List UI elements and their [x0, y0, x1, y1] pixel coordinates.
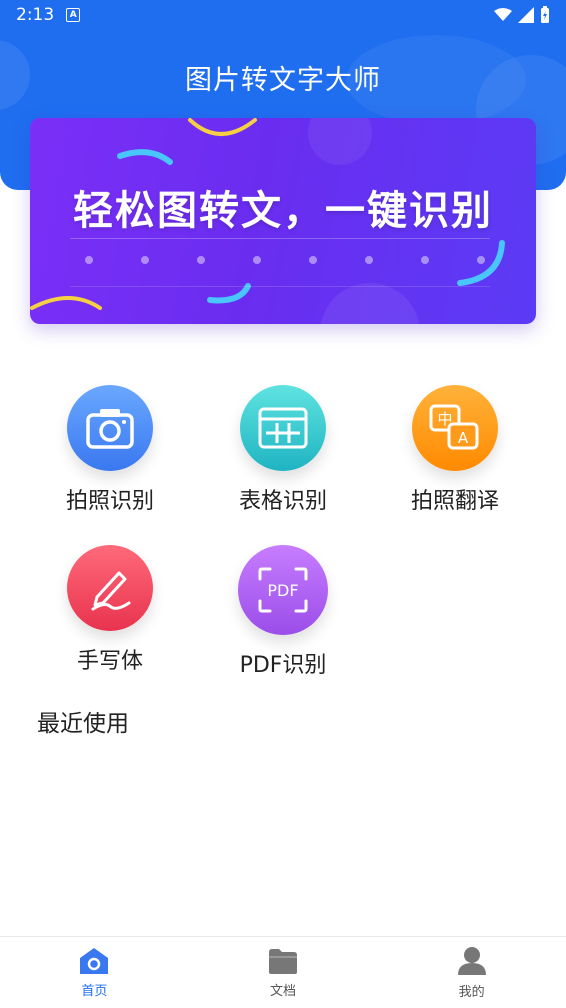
battery-icon: [541, 6, 549, 23]
tab-label: 文档: [270, 984, 297, 999]
feature-label: 手写体: [76, 649, 143, 674]
wifi-icon: [494, 8, 512, 21]
status-indicators: [494, 6, 550, 24]
notification-app-icon: A: [66, 8, 81, 22]
folder-icon: [269, 949, 297, 974]
translate-icon: 中A: [412, 385, 498, 471]
tab-documents[interactable]: 文档: [189, 937, 378, 1008]
svg-text:A: A: [458, 429, 469, 447]
recent-section-title: 最近使用: [37, 711, 129, 737]
feature-handwriting[interactable]: 手写体: [35, 545, 185, 675]
home-icon: [80, 948, 109, 974]
banner-slogan: 轻松图转文，一键识别: [73, 188, 493, 234]
status-bar: 2:13 A: [0, 0, 566, 30]
banner-divider: [70, 238, 490, 239]
tab-label: 首页: [81, 984, 108, 999]
tab-home[interactable]: 首页: [0, 937, 189, 1008]
promo-banner[interactable]: 轻松图转文，一键识别: [30, 118, 536, 324]
banner-dots: [85, 256, 485, 264]
user-icon: [457, 947, 486, 975]
pen-icon: [67, 545, 153, 631]
feature-table-recognition[interactable]: 表格识别: [208, 385, 358, 515]
signal-icon: [518, 7, 534, 23]
feature-label: 拍照识别: [65, 489, 154, 514]
tab-label: 我的: [458, 985, 485, 1000]
app-title: 图片转文字大师: [185, 65, 381, 96]
feature-pdf-recognition[interactable]: PDF PDF识别: [208, 545, 358, 679]
tab-mine[interactable]: 我的: [377, 937, 566, 1008]
feature-photo-recognition[interactable]: 拍照识别: [35, 385, 185, 515]
svg-text:PDF: PDF: [267, 581, 298, 600]
pdf-icon: PDF: [238, 545, 328, 635]
banner-divider: [70, 286, 490, 287]
feature-photo-translate[interactable]: 中A 拍照翻译: [380, 385, 530, 515]
bottom-tab-bar: 首页 文档 我的: [0, 936, 566, 1008]
feature-label: 表格识别: [238, 489, 327, 514]
table-icon: [240, 385, 326, 471]
camera-icon: [67, 385, 153, 471]
status-time: 2:13: [16, 5, 55, 25]
feature-label: PDF识别: [239, 653, 327, 678]
feature-label: 拍照翻译: [410, 489, 499, 514]
